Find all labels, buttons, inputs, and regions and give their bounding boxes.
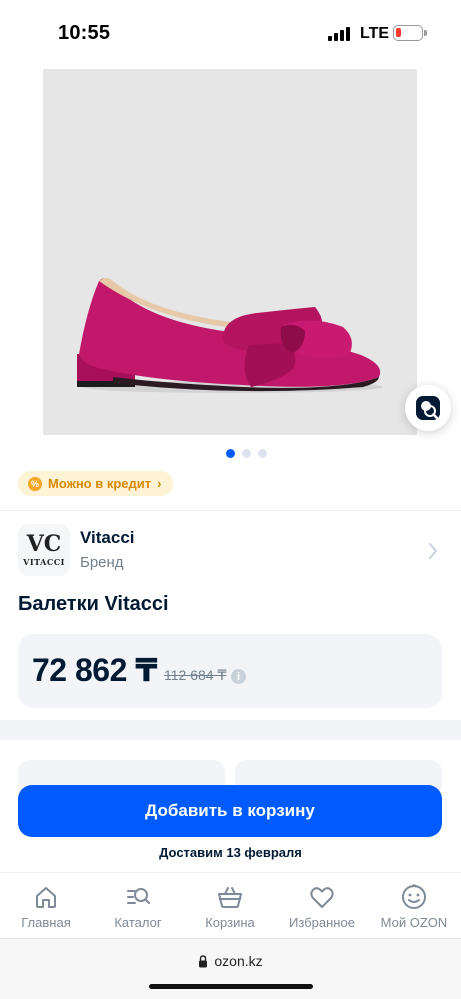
home-icon xyxy=(36,887,56,908)
delivery-date: Доставим 13 февраля xyxy=(159,845,302,860)
tab-label: Каталог xyxy=(114,915,162,930)
tab-label: Мой OZON xyxy=(380,915,448,930)
profile-icon xyxy=(402,884,426,909)
network-label: LTE xyxy=(360,25,390,42)
status-time: 10:55 xyxy=(58,22,111,44)
product-image[interactable] xyxy=(43,69,417,435)
info-icon[interactable]: i xyxy=(231,669,246,684)
chevron-right-icon xyxy=(429,543,437,559)
tab-label: Корзина xyxy=(205,915,255,930)
tab-home[interactable]: Главная xyxy=(0,883,92,930)
brand-subtitle: Бренд xyxy=(80,554,124,571)
cart-icon xyxy=(218,887,242,908)
browser-url-bar[interactable]: ozon.kz xyxy=(0,938,461,999)
tab-catalog[interactable]: Каталог xyxy=(92,883,184,930)
brand-logo-mark: VC xyxy=(26,531,62,557)
credit-badge[interactable]: % Можно в кредит › xyxy=(18,471,174,496)
signal-icon xyxy=(328,27,352,41)
bottom-tab-bar: Главная Каталог Корзина Избранное Мой OZ… xyxy=(0,872,461,938)
price-old: 112 684 ₸ xyxy=(164,667,227,683)
gallery-pagination xyxy=(226,449,267,458)
tab-cart[interactable]: Корзина xyxy=(184,883,276,930)
brand-row[interactable]: VC VITACCI Vitacci Бренд xyxy=(18,524,443,578)
ballet-flat-image xyxy=(77,278,383,393)
home-indicator[interactable] xyxy=(149,984,313,989)
heart-icon xyxy=(310,887,334,908)
pagination-dot[interactable] xyxy=(258,449,267,458)
catalog-icon xyxy=(127,888,150,904)
tab-label: Главная xyxy=(21,915,71,930)
brand-name: Vitacci xyxy=(80,528,135,547)
url-text: ozon.kz xyxy=(214,953,263,969)
lock-icon xyxy=(199,954,208,967)
price-box: 72 862 ₸ 112 684 ₸ i xyxy=(18,634,442,708)
brand-logo: VC VITACCI xyxy=(18,524,70,576)
section-gap xyxy=(0,720,461,740)
photo-search-button[interactable] xyxy=(405,385,451,431)
tab-label: Избранное xyxy=(289,915,355,930)
product-title: Балетки Vitacci xyxy=(18,593,169,615)
chevron-right-icon: › xyxy=(157,476,162,491)
pagination-dot[interactable] xyxy=(242,449,251,458)
status-bar: 10:55 LTE xyxy=(0,0,461,60)
brand-logo-text: VITACCI xyxy=(23,557,65,567)
price-current: 72 862 ₸ xyxy=(32,652,158,688)
tab-favorites[interactable]: Избранное xyxy=(276,883,368,930)
battery-icon xyxy=(393,25,427,41)
credit-label: Можно в кредит xyxy=(48,476,152,491)
divider xyxy=(0,510,461,511)
photo-search-icon xyxy=(416,396,440,420)
tab-profile[interactable]: Мой OZON xyxy=(368,883,460,930)
percent-icon: % xyxy=(28,476,42,491)
pagination-dot-active[interactable] xyxy=(226,449,235,458)
add-to-cart-button[interactable]: Добавить в корзину xyxy=(18,785,442,837)
